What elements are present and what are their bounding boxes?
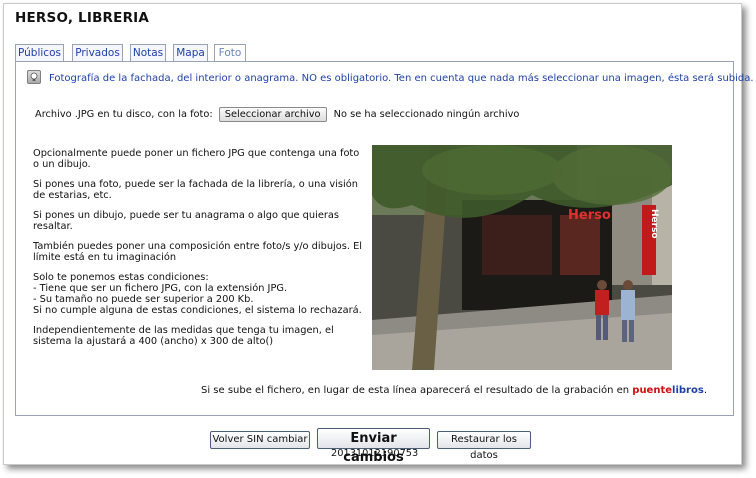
result-line-text: Si se sube el fichero, en lugar de esta …	[200, 385, 630, 396]
description-paragraph: También puedes poner una composición ent…	[33, 241, 362, 263]
info-message: Fotografía de la fachada, del interior o…	[49, 73, 754, 84]
shop-sign-vertical: Herso	[649, 209, 659, 239]
reset-button[interactable]: Restaurar los datos	[437, 431, 531, 461]
tab-privados[interactable]: Privados	[72, 44, 123, 61]
info-bulb-icon	[27, 70, 41, 84]
brand-name-part2: libros	[672, 385, 704, 396]
description-paragraph: Opcionalmente puede poner un fichero JPG…	[33, 148, 360, 170]
file-status: No se ha seleccionado ningún archivo	[333, 109, 520, 120]
description-paragraph: Independientemente de las medidas que te…	[33, 325, 334, 347]
tab-mapa[interactable]: Mapa	[173, 44, 208, 61]
submit-button[interactable]: Enviar cambios	[317, 428, 430, 465]
form-window: HERSO, LIBRERIA Públicos Privados Notas …	[3, 3, 754, 465]
result-line-suffix: .	[703, 385, 707, 396]
tab-notas[interactable]: Notas	[130, 44, 166, 61]
cancel-button[interactable]: Volver SIN cambiar	[210, 431, 310, 449]
timestamp: 20131012190753	[331, 448, 419, 459]
shop-sign: Herso	[568, 208, 611, 223]
foto-panel: Fotografía de la fachada, del interior o…	[15, 61, 754, 416]
description-paragraph: Solo te ponemos estas condiciones: - Tie…	[33, 272, 362, 316]
description-paragraph: Si pones un dibujo, puede ser tu anagram…	[33, 210, 339, 232]
description-paragraph: Si pones una foto, puede ser la fachada …	[33, 179, 358, 201]
page-title: HERSO, LIBRERIA	[15, 10, 150, 26]
select-file-button[interactable]: Seleccionar archivo	[218, 107, 327, 122]
tab-foto[interactable]: Foto	[214, 44, 246, 62]
storefront-photo: Herso Herso	[372, 145, 672, 370]
brand-name-part1: puente	[632, 385, 673, 396]
file-upload-row: Archivo .JPG en tu disco, con la foto: S…	[35, 107, 519, 122]
result-line: Si se sube el fichero, en lugar de esta …	[201, 385, 707, 396]
description-text: Opcionalmente puede poner un fichero JPG…	[33, 148, 365, 356]
tab-publicos[interactable]: Públicos	[15, 44, 64, 61]
file-label: Archivo .JPG en tu disco, con la foto:	[35, 109, 213, 120]
